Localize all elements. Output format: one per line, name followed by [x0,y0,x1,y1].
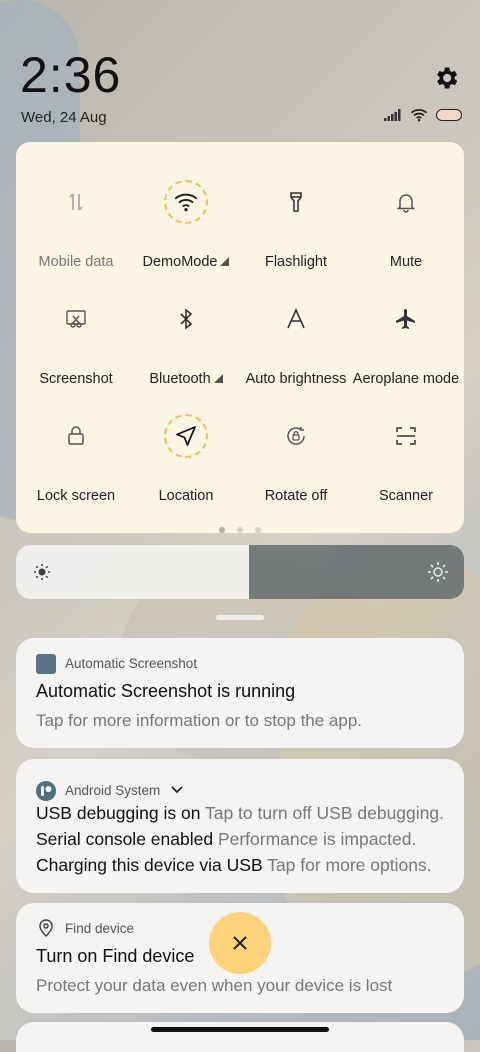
flashlight-icon [274,180,318,224]
gear-icon[interactable] [432,64,460,92]
brightness-low-icon [34,564,50,580]
notification-row-usb-debugging[interactable]: USB debugging is on Tap to turn off USB … [36,803,444,824]
notification-body: Tap for more information or to stop the … [36,711,363,730]
notification-row-serial-console[interactable]: Serial console enabled Performance is im… [36,829,444,850]
tile-label: Screenshot [39,371,113,387]
page-dot [255,527,261,533]
tile-label: Mute [389,254,423,270]
tile-label: Mobile data [38,254,114,270]
signal-icon [384,109,401,121]
location-icon [164,414,208,458]
tile-mute[interactable]: Mute [350,156,462,270]
page-dot [237,527,243,533]
drag-handle[interactable] [216,615,264,620]
notification-app-name-row: Android System [65,783,184,798]
notification-app-name: Android System [65,783,161,798]
tile-label: Scanner [378,488,433,504]
tile-auto-brightness[interactable]: Auto brightness [240,273,352,387]
airplane-icon [384,297,428,341]
tile-label: Flashlight [264,254,328,270]
wifi-icon [164,180,208,224]
location-pin-icon [39,919,53,938]
tile-flashlight[interactable]: Flashlight [240,156,352,270]
tile-label-row: DemoMode [130,254,242,270]
tile-location[interactable]: Location [130,390,242,504]
notification-title: Turn on Find device [36,946,195,966]
row-title: Charging this device via USB [36,855,263,875]
notification-app-name: Find device [65,921,135,936]
row-subtitle: Performance is impacted. [217,829,417,849]
tile-scanner[interactable]: Scanner [350,390,462,504]
auto-brightness-icon [274,297,318,341]
screenshot-icon [54,297,98,341]
battery-icon [436,109,462,121]
notification-automatic-screenshot[interactable]: Automatic Screenshot Automatic Screensho… [16,638,464,748]
row-title: USB debugging is on [36,803,201,823]
notification-title: Automatic Screenshot is running [36,681,296,701]
close-icon [233,936,247,950]
rotate-lock-icon [274,414,318,458]
notification-android-system[interactable]: Android System USB debugging is on Tap t… [16,759,464,893]
tile-label: Location [158,488,214,504]
wifi-status-icon [410,108,428,122]
android-system-icon [36,781,56,801]
status-area: 2:36 Wed, 24 Aug [0,0,480,140]
expand-triangle-icon [213,374,223,383]
bluetooth-icon [164,297,208,341]
tile-label: Lock screen [36,488,116,504]
tile-mobile-data[interactable]: Mobile data [20,156,132,270]
notification-body: Protect your data even when your device … [36,976,393,995]
gesture-nav-bar[interactable] [151,1027,329,1032]
tile-label: Rotate off [264,488,328,504]
tile-screenshot[interactable]: Screenshot [20,273,132,387]
tile-bluetooth[interactable]: Bluetooth [130,273,242,387]
tile-demomode[interactable]: DemoMode [130,156,242,270]
page-dot [219,527,225,533]
clock: 2:36 [20,47,122,103]
chevron-down-icon[interactable] [170,785,184,795]
notification-app-name: Automatic Screenshot [65,656,198,671]
tile-aeroplane-mode[interactable]: Aeroplane mode [350,273,462,387]
clear-all-button[interactable] [209,912,271,974]
notification-row-charging-usb[interactable]: Charging this device via USB Tap for mor… [36,855,444,876]
tile-label: DemoMode [142,254,218,270]
system-icons [384,108,462,122]
app-icon [36,654,56,674]
date: Wed, 24 Aug [21,109,107,126]
page-indicator [16,520,464,538]
expand-triangle-icon [220,257,230,266]
mobile-data-icon [54,180,98,224]
scanner-icon [384,414,428,458]
row-subtitle: Tap to turn off USB debugging. [204,803,444,823]
brightness-slider[interactable] [16,545,464,599]
quick-settings-panel: Mobile data DemoMode Flashlight Mute Scr… [16,142,464,533]
tile-label: Auto brightness [245,371,347,387]
lock-icon [54,414,98,458]
tile-label-row: Bluetooth [130,371,242,387]
row-title: Serial console enabled [36,829,214,849]
bell-icon [384,180,428,224]
tile-rotate-off[interactable]: Rotate off [240,390,352,504]
brightness-high-icon [428,562,448,582]
tile-label: Aeroplane mode [352,371,460,387]
tile-lock-screen[interactable]: Lock screen [20,390,132,504]
tile-label: Bluetooth [149,371,211,387]
row-subtitle: Tap for more options. [267,855,432,875]
